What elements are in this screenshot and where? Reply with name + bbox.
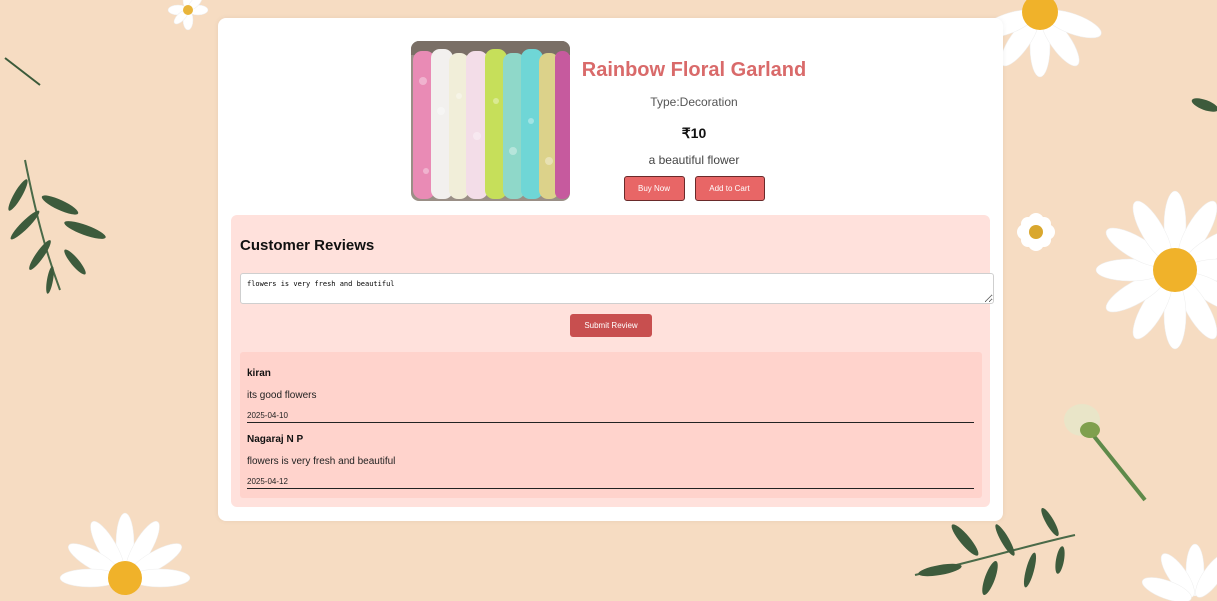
- review-item: kiran its good flowers 2025-04-10: [247, 367, 974, 423]
- review-date: 2025-04-12: [247, 476, 974, 489]
- reviewer-name: kiran: [247, 368, 271, 379]
- add-to-cart-button[interactable]: Add to Cart: [694, 176, 765, 201]
- reviewer-name: Nagaraj N P: [247, 434, 304, 445]
- product-card: Rainbow Floral Garland Type:Decoration ₹…: [218, 18, 1003, 521]
- review-textarea[interactable]: flowers is very fresh and beautiful: [240, 273, 994, 304]
- product-actions: Buy Now Add to Cart: [573, 176, 815, 201]
- review-list: kiran its good flowers 2025-04-10 Nagara…: [240, 352, 982, 498]
- review-comment: its good flowers: [247, 390, 317, 401]
- submit-review-button[interactable]: Submit Review: [570, 314, 652, 337]
- product-price: ₹10: [681, 125, 707, 141]
- product-image: [411, 41, 570, 201]
- review-item: Nagaraj N P flowers is very fresh and be…: [247, 433, 974, 489]
- review-comment: flowers is very fresh and beautiful: [247, 456, 396, 467]
- product-info: Rainbow Floral Garland Type:Decoration ₹…: [573, 56, 815, 201]
- product-type: Type:Decoration: [650, 95, 738, 109]
- reviews-heading: Customer Reviews: [240, 237, 375, 254]
- reviews-section: Customer Reviews flowers is very fresh a…: [231, 215, 994, 507]
- product-description: a beautiful flower: [648, 153, 740, 167]
- garland-image: [411, 41, 570, 201]
- buy-now-button[interactable]: Buy Now: [623, 176, 685, 201]
- product-title: Rainbow Floral Garland: [581, 59, 807, 81]
- review-date: 2025-04-10: [247, 410, 974, 423]
